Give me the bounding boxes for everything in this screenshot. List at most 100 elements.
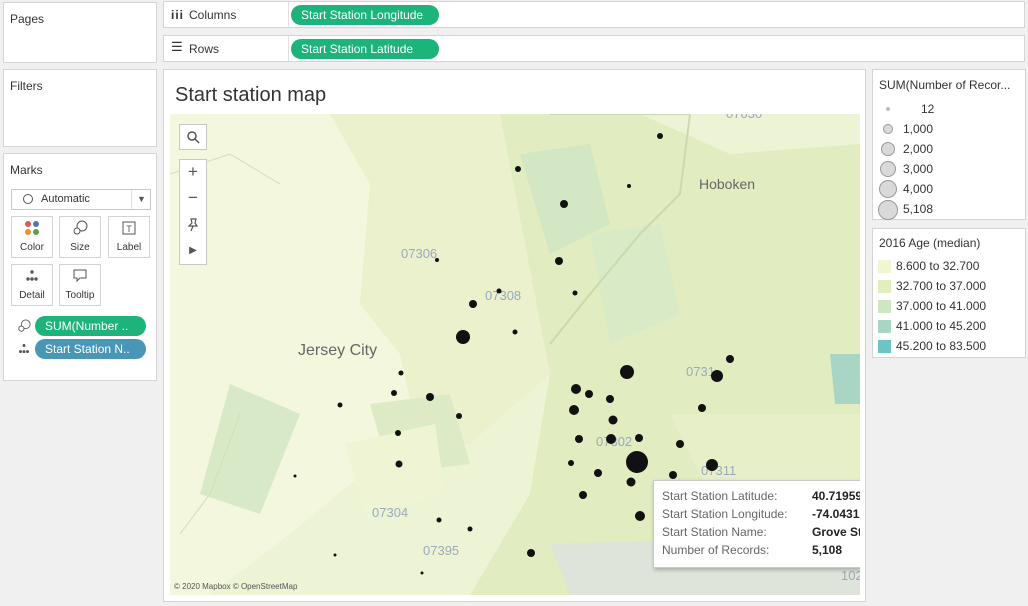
- mark-type-dropdown[interactable]: Automatic ▼: [11, 189, 151, 210]
- rows-pill[interactable]: Start Station Latitude: [291, 39, 439, 59]
- rows-shelf[interactable]: ☰ Rows Start Station Latitude: [163, 35, 1025, 62]
- station-mark[interactable]: [456, 413, 462, 419]
- station-mark[interactable]: [420, 571, 424, 575]
- station-mark[interactable]: [456, 330, 470, 344]
- size-field-pill[interactable]: SUM(Number ..: [35, 316, 146, 336]
- station-mark[interactable]: [569, 405, 579, 415]
- station-mark[interactable]: [585, 390, 593, 398]
- size-legend-item: 4,000: [873, 180, 1023, 200]
- station-mark[interactable]: [726, 355, 734, 363]
- tooltip-button[interactable]: Tooltip: [59, 264, 101, 306]
- filters-card[interactable]: Filters: [3, 69, 157, 147]
- color-legend-item[interactable]: 45.200 to 83.500: [873, 337, 1023, 357]
- zoom-out-button[interactable]: −: [180, 186, 206, 212]
- tooltip-row: Start Station Latitude: 40.71959: [662, 489, 860, 507]
- zoom-in-button[interactable]: +: [180, 160, 206, 186]
- station-mark[interactable]: [626, 477, 636, 487]
- color-legend-item[interactable]: 32.700 to 37.000: [873, 277, 1023, 297]
- color-label: Color: [20, 242, 44, 253]
- color-legend[interactable]: 2016 Age (median) 8.600 to 32.700 32.700 …: [872, 228, 1026, 358]
- size-legend[interactable]: SUM(Number of Recor... 12 1,000 2,000 3,…: [872, 69, 1026, 220]
- color-swatch: [878, 300, 891, 313]
- station-mark[interactable]: [606, 434, 616, 444]
- station-mark[interactable]: [527, 549, 535, 557]
- station-mark[interactable]: [594, 469, 602, 477]
- size-legend-item: 5,108: [873, 200, 1023, 220]
- color-legend-item[interactable]: 41.000 to 45.200: [873, 317, 1023, 337]
- size-legend-circle: [883, 124, 893, 134]
- text-label-icon: T: [109, 220, 149, 242]
- tooltip-key: Start Station Name:: [662, 525, 767, 539]
- station-mark[interactable]: [635, 511, 645, 521]
- station-mark[interactable]: [512, 329, 518, 335]
- detail-field-pill[interactable]: Start Station N..: [35, 339, 146, 359]
- station-mark[interactable]: [620, 365, 634, 379]
- station-mark[interactable]: [627, 184, 631, 188]
- station-mark[interactable]: [467, 526, 473, 532]
- station-mark[interactable]: [398, 370, 404, 376]
- station-mark[interactable]: [426, 393, 434, 401]
- search-map-button[interactable]: [179, 124, 207, 150]
- pin-map-button[interactable]: [180, 212, 206, 238]
- station-mark[interactable]: [469, 300, 477, 308]
- rows-icon: ☰: [171, 39, 183, 54]
- station-mark[interactable]: [657, 133, 663, 139]
- station-mark[interactable]: [698, 404, 706, 412]
- size-legend-circle: [879, 180, 897, 198]
- station-mark[interactable]: [626, 451, 648, 473]
- station-mark[interactable]: [391, 390, 397, 396]
- size-legend-label: 5,108: [903, 202, 934, 216]
- station-mark[interactable]: [515, 166, 521, 172]
- station-mark[interactable]: [579, 491, 587, 499]
- station-mark[interactable]: [635, 434, 643, 442]
- station-mark[interactable]: [568, 460, 574, 466]
- station-mark[interactable]: [293, 474, 297, 478]
- station-mark[interactable]: [395, 460, 403, 468]
- station-mark[interactable]: [575, 435, 583, 443]
- columns-pill[interactable]: Start Station Longitude: [291, 5, 439, 25]
- color-legend-item[interactable]: 8.600 to 32.700: [873, 257, 1023, 277]
- map[interactable]: Jersey City Hoboken 07306 07308 07304 07…: [170, 114, 860, 595]
- expand-toolbar-button[interactable]: ▶: [180, 238, 206, 264]
- chevron-down-icon: ▼: [131, 190, 151, 209]
- color-legend-label: 37.000 to 41.000: [896, 299, 987, 313]
- marks-title: Marks: [10, 163, 43, 177]
- detail-button[interactable]: Detail: [11, 264, 53, 306]
- station-mark[interactable]: [676, 440, 684, 448]
- size-field-icon: [17, 319, 31, 338]
- station-mark[interactable]: [560, 200, 568, 208]
- station-mark[interactable]: [669, 471, 677, 479]
- station-mark[interactable]: [333, 553, 337, 557]
- station-mark[interactable]: [496, 288, 502, 294]
- station-mark[interactable]: [436, 517, 442, 523]
- tooltip-label: Tooltip: [65, 290, 95, 301]
- rows-label: Rows: [189, 42, 220, 56]
- search-icon: [187, 131, 200, 144]
- tooltip-key: Number of Records:: [662, 543, 770, 557]
- station-mark[interactable]: [572, 290, 578, 296]
- label-button[interactable]: T Label: [108, 216, 150, 258]
- columns-icon: iii: [171, 8, 185, 22]
- map-attribution[interactable]: © 2020 Mapbox © OpenStreetMap: [174, 582, 297, 591]
- station-mark[interactable]: [608, 415, 618, 425]
- map-toolbar: + − ▶: [179, 159, 207, 265]
- size-button[interactable]: Size: [59, 216, 101, 258]
- pages-card[interactable]: Pages: [3, 2, 157, 63]
- columns-shelf[interactable]: iii Columns Start Station Longitude: [163, 1, 1025, 28]
- station-mark[interactable]: [337, 402, 343, 408]
- station-mark[interactable]: [555, 257, 563, 265]
- station-tooltip: Start Station Latitude: 40.71959 Start S…: [653, 480, 860, 568]
- color-swatch: [878, 340, 891, 353]
- station-mark[interactable]: [606, 395, 614, 403]
- station-mark[interactable]: [711, 370, 723, 382]
- color-button[interactable]: Color: [11, 216, 53, 258]
- color-legend-item[interactable]: 37.000 to 41.000: [873, 297, 1023, 317]
- play-arrow-icon: ▶: [189, 245, 197, 256]
- tooltip-value: 5,108: [812, 543, 843, 557]
- station-mark[interactable]: [395, 430, 401, 436]
- station-mark[interactable]: [706, 459, 718, 471]
- station-mark[interactable]: [571, 384, 581, 394]
- color-swatch: [878, 320, 891, 333]
- station-mark[interactable]: [435, 258, 439, 262]
- tooltip-row: Number of Records: 5,108: [662, 543, 842, 561]
